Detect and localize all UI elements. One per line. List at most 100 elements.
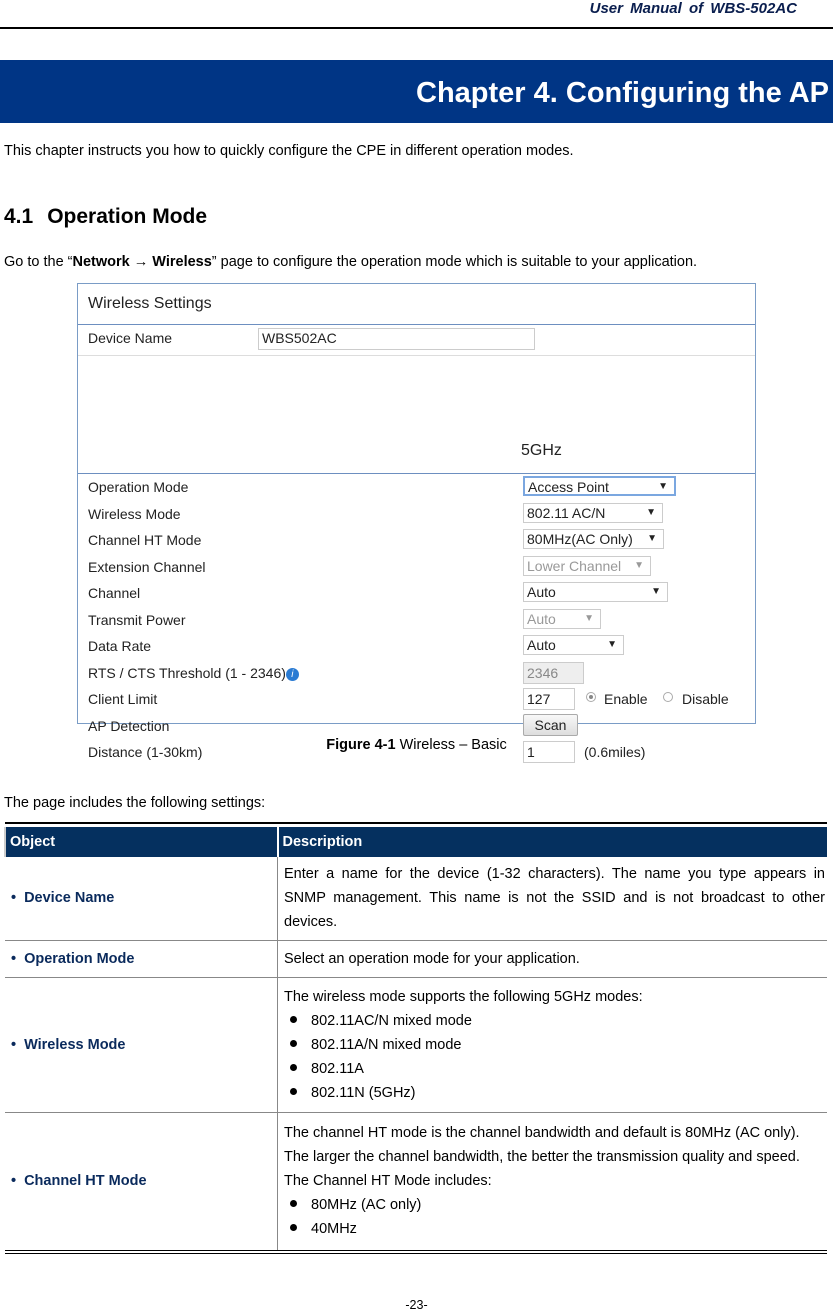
object-name: Device Name: [24, 890, 115, 907]
channel-label: Channel: [88, 585, 141, 601]
bullet-icon: •: [11, 1036, 17, 1053]
list-item-text: 802.11AC/N mixed mode: [311, 1012, 472, 1029]
select-value: 80MHz(AC Only): [527, 531, 633, 547]
object-cell: • Channel HT Mode: [5, 1112, 278, 1254]
device-name-row: Device Name WBS502AC: [78, 325, 755, 356]
bullet-icon: •: [11, 1173, 17, 1190]
select-value: Access Point: [528, 479, 609, 495]
client-limit-row: Client Limit 127 Enable Disable: [78, 686, 755, 713]
table-row: • Device Name Enter a name for the device…: [5, 857, 827, 941]
device-name-input[interactable]: WBS502AC: [258, 328, 535, 350]
section-title: Operation Mode: [47, 205, 208, 228]
ap-detection-label: AP Detection: [88, 717, 170, 734]
enable-radio[interactable]: [586, 692, 596, 702]
transmit-power-row: Transmit Power Auto ▼: [78, 607, 755, 634]
disable-radio-label: Disable: [682, 691, 729, 707]
object-cell: • Device Name: [5, 857, 278, 941]
rts-cts-input: 2346: [523, 661, 584, 684]
operation-mode-label: Operation Mode: [88, 479, 189, 495]
menu-path: Network → Wireless: [72, 254, 212, 270]
band-label: 5GHz: [521, 442, 562, 459]
select-value: Auto: [527, 584, 556, 600]
description-cell: The channel HT mode is the channel bandw…: [277, 1112, 827, 1254]
list-item: 40MHz: [284, 1217, 825, 1241]
object-name: Wireless Mode: [24, 1036, 126, 1053]
list-item-text: 802.11A: [311, 1060, 364, 1077]
instruction-pre: Go to the “: [4, 254, 73, 270]
list-item-text: 802.11A/N mixed mode: [311, 1036, 462, 1053]
channel-select[interactable]: Auto ▼: [523, 582, 668, 602]
instruction-post: ” page to configure the operation mode w…: [211, 254, 698, 270]
data-rate-row: Data Rate Auto ▼: [78, 633, 755, 660]
channel-row: Channel Auto ▼: [78, 580, 755, 607]
bullet-icon: [290, 1015, 297, 1023]
list-item: 802.11A: [284, 1057, 825, 1081]
description-text: The channel HT mode is the channel bandw…: [284, 1125, 800, 1190]
panel-title: Wireless Settings: [78, 284, 755, 325]
dropdown-arrow-icon: ▼: [647, 533, 657, 544]
description-cell: Select an operation mode for your applic…: [277, 940, 827, 978]
wireless-mode-row: Wireless Mode 802.11 AC/N ▼: [78, 501, 755, 528]
channel-ht-mode-row: Channel HT Mode 80MHz(AC Only) ▼: [78, 527, 755, 554]
channel-ht-mode-select[interactable]: 80MHz(AC Only) ▼: [523, 529, 664, 549]
list-item: 80MHz (AC only): [284, 1193, 825, 1217]
wireless-mode-select[interactable]: 802.11 AC/N ▼: [523, 502, 663, 523]
header-rule: [0, 27, 833, 29]
client-limit-label: Client Limit: [88, 691, 158, 707]
table-header: Object Description: [4, 827, 827, 857]
list-item: 802.11AC/N mixed mode: [284, 1009, 825, 1033]
operation-mode-row: Operation Mode Access Point ▼: [78, 474, 755, 501]
table-row: • Operation Mode Select an operation mode…: [5, 940, 827, 978]
figure-number: Figure 4-1: [326, 737, 396, 753]
bullet-icon: •: [11, 890, 17, 907]
bullet-icon: •: [11, 950, 17, 967]
list-item-text: 802.11N (5GHz): [311, 1084, 416, 1101]
operation-mode-select[interactable]: Access Point ▼: [523, 476, 676, 496]
object-name: Operation Mode: [24, 950, 135, 967]
navigation-instruction: Go to the “Network → Wireless” page to c…: [4, 254, 697, 270]
rts-cts-label: RTS / CTS Threshold (1 - 2346) i: [88, 660, 299, 686]
list-item: 802.11N (5GHz): [284, 1081, 825, 1105]
bullet-icon: [290, 1200, 297, 1208]
dropdown-arrow-icon: ▼: [651, 586, 661, 597]
section-number: 4.1: [4, 205, 34, 228]
description-text: The wireless mode supports the following…: [284, 988, 643, 1005]
dropdown-arrow-icon: ▼: [607, 639, 617, 650]
enable-radio-label: Enable: [604, 691, 648, 707]
disable-radio[interactable]: [663, 692, 673, 702]
object-cell: • Wireless Mode: [5, 977, 278, 1113]
dropdown-arrow-icon: ▼: [658, 481, 668, 492]
wireless-settings-screenshot: Wireless Settings Device Name WBS502AC 5…: [77, 283, 756, 763]
chapter-banner: Chapter 4. Configuring the AP: [0, 60, 833, 123]
list-item: 802.11A/N mixed mode: [284, 1033, 825, 1057]
page-number: -23-: [405, 1298, 428, 1312]
table-row: • Channel HT Mode The channel HT mode is …: [5, 1112, 827, 1254]
select-value: Lower Channel: [527, 557, 622, 574]
info-icon[interactable]: i: [285, 667, 299, 681]
running-header: User Manual of WBS-502AC: [589, 0, 797, 17]
description-cell: Enter a name for the device (1-32 charac…: [277, 857, 827, 941]
figure-title: Wireless – Basic: [395, 737, 507, 753]
scan-button[interactable]: Scan: [523, 713, 578, 736]
section-heading: 4.1 Operation Mode: [4, 205, 207, 229]
object-name: Channel HT Mode: [24, 1173, 147, 1190]
data-rate-select[interactable]: Auto ▼: [523, 635, 624, 655]
header-description: Description: [276, 827, 827, 857]
extension-channel-row: Extension Channel Lower Channel ▼: [78, 554, 755, 581]
dropdown-arrow-icon: ▼: [646, 506, 656, 518]
bullet-icon: [290, 1063, 297, 1071]
client-limit-input[interactable]: 127: [523, 688, 575, 710]
bullet-icon: [290, 1224, 297, 1232]
channel-ht-mode-label: Channel HT Mode: [88, 532, 202, 548]
select-value: Auto: [527, 610, 556, 627]
header-object: Object: [4, 827, 278, 857]
object-cell: • Operation Mode: [5, 940, 278, 978]
extension-channel-select: Lower Channel ▼: [523, 555, 651, 576]
extension-channel-label: Extension Channel: [88, 558, 206, 575]
table-row: • Wireless Mode The wireless mode support…: [5, 977, 827, 1113]
select-value: 802.11 AC/N: [527, 504, 606, 521]
band-header: 5GHz: [78, 356, 755, 474]
figure-caption: Figure 4-1 Wireless – Basic: [0, 737, 833, 753]
list-item-text: 80MHz (AC only): [311, 1197, 422, 1214]
chapter-intro: This chapter instructs you how to quickl…: [4, 143, 574, 159]
